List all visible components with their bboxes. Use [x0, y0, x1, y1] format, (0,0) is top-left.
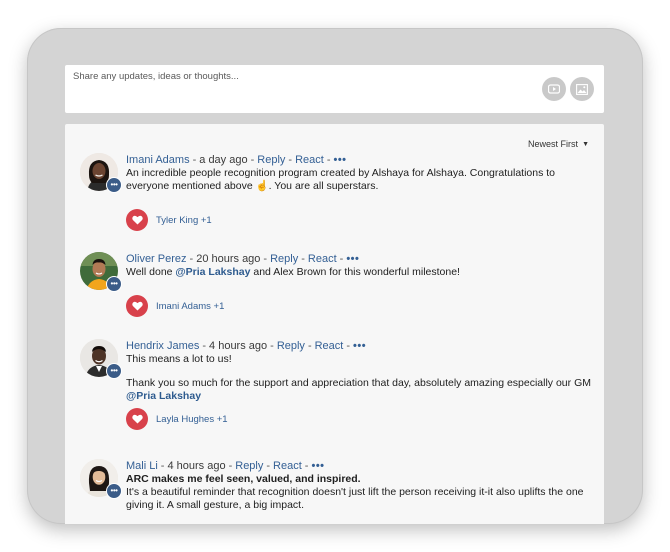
comment-content: Imani Adams - a day ago - Reply - React - ••• An…	[126, 153, 596, 193]
sort-dropdown[interactable]: Newest First ▼	[528, 139, 589, 149]
reply-link[interactable]: Reply	[235, 460, 263, 472]
reply-link[interactable]: Reply	[277, 340, 305, 352]
comment-time: 4 hours ago	[167, 460, 226, 472]
heart-icon[interactable]	[126, 209, 148, 231]
device-frame: Newest First ▼ ••• Imani	[27, 28, 643, 524]
comment-text: Well done @Pria Lakshay and Alex Brown f…	[126, 266, 596, 279]
more-badge-icon[interactable]: •••	[106, 483, 122, 499]
comment-headline: ARC makes me feel seen, valued, and insp…	[126, 473, 361, 485]
comment-content: Oliver Perez -20 hours ago - Reply - React - ••…	[126, 252, 596, 279]
separator: -	[160, 460, 165, 472]
comment-text: An incredible people recognition program…	[126, 167, 556, 192]
comment-content: Hendrix James -4 hours ago - Reply - React - ••…	[126, 339, 596, 403]
mention-link[interactable]: @Pria Lakshay	[126, 390, 201, 402]
comment-text: It's a beautiful reminder that recogniti…	[126, 486, 584, 511]
separator: -	[326, 154, 331, 166]
react-link[interactable]: React	[315, 340, 344, 352]
mention-link[interactable]: @Pria Lakshay	[175, 266, 250, 278]
separator: -	[288, 154, 293, 166]
comment-text-part: Thank you so much for the support and ap…	[126, 377, 591, 389]
separator: -	[304, 460, 309, 472]
comment-feed: Newest First ▼ ••• Imani Adams - a day a…	[65, 124, 604, 524]
comment-meta: Mali Li -4 hours ago - Reply - React - •••	[126, 459, 596, 473]
more-options-icon[interactable]: •••	[353, 340, 366, 352]
avatar-container: •••	[80, 339, 122, 379]
separator: -	[250, 154, 255, 166]
more-options-icon[interactable]: •••	[346, 253, 359, 265]
share-update-input[interactable]	[73, 71, 493, 82]
more-options-icon[interactable]: •••	[333, 154, 346, 166]
image-icon	[576, 83, 588, 95]
caret-down-icon: ▼	[582, 140, 589, 148]
comment-time: 20 hours ago	[196, 253, 261, 265]
comment-text: Thank you so much for the support and ap…	[126, 377, 596, 403]
more-options-icon[interactable]: •••	[311, 460, 324, 472]
comment-text-part: and Alex Brown for this wonderful milest…	[250, 266, 460, 278]
comment-time: 4 hours ago	[209, 340, 268, 352]
reactors-link[interactable]: Imani Adams +1	[156, 301, 224, 312]
avatar-container: •••	[80, 252, 122, 292]
separator: -	[346, 340, 351, 352]
more-badge-icon[interactable]: •••	[106, 276, 122, 292]
separator: -	[192, 154, 197, 166]
comment-meta: Hendrix James -4 hours ago - Reply - React - ••…	[126, 339, 596, 353]
comment-body: An incredible people recognition program…	[126, 167, 596, 193]
author-name[interactable]: Mali Li	[126, 460, 158, 472]
sort-label: Newest First	[528, 139, 579, 149]
author-name[interactable]: Oliver Perez	[126, 253, 187, 265]
separator: -	[339, 253, 344, 265]
reaction-row: Tyler King +1	[126, 209, 212, 231]
comment-text-part: Well done	[126, 266, 176, 278]
author-name[interactable]: Imani Adams	[126, 154, 190, 166]
video-icon	[548, 84, 560, 94]
reactors-link[interactable]: Tyler King +1	[156, 215, 212, 226]
heart-icon[interactable]	[126, 408, 148, 430]
reply-link[interactable]: Reply	[270, 253, 298, 265]
reply-link[interactable]: Reply	[257, 154, 285, 166]
separator: -	[202, 340, 207, 352]
comment-content: Mali Li -4 hours ago - Reply - React - ••• ARC …	[126, 459, 596, 512]
add-image-button[interactable]	[570, 77, 594, 101]
comment-meta: Imani Adams - a day ago - Reply - React - •••	[126, 153, 596, 167]
separator: -	[307, 340, 312, 352]
reaction-row: Layla Hughes +1	[126, 408, 228, 430]
separator: -	[301, 253, 305, 265]
reactors-link[interactable]: Layla Hughes +1	[156, 414, 228, 425]
comment-meta: Oliver Perez -20 hours ago - Reply - React - ••…	[126, 252, 596, 266]
post-composer	[65, 65, 604, 113]
heart-icon[interactable]	[126, 295, 148, 317]
separator: -	[228, 460, 233, 472]
react-link[interactable]: React	[308, 253, 337, 265]
comment-time: a day ago	[199, 154, 248, 166]
react-link[interactable]: React	[295, 154, 324, 166]
avatar-container: •••	[80, 459, 122, 499]
separator: -	[270, 340, 274, 352]
author-name[interactable]: Hendrix James	[126, 340, 199, 352]
comment-body: Well done @Pria Lakshay and Alex Brown f…	[126, 266, 596, 279]
comment-body: ARC makes me feel seen, valued, and insp…	[126, 473, 596, 512]
comment-body: This means a lot to us! Thank you so muc…	[126, 353, 596, 403]
separator: -	[266, 460, 271, 472]
separator: -	[189, 253, 194, 265]
more-badge-icon[interactable]: •••	[106, 177, 122, 193]
add-video-button[interactable]	[542, 77, 566, 101]
react-link[interactable]: React	[273, 460, 302, 472]
more-badge-icon[interactable]: •••	[106, 363, 122, 379]
comment-text: This means a lot to us!	[126, 353, 232, 365]
separator: -	[263, 253, 268, 265]
reaction-row: Imani Adams +1	[126, 295, 224, 317]
avatar-container: •••	[80, 153, 122, 193]
